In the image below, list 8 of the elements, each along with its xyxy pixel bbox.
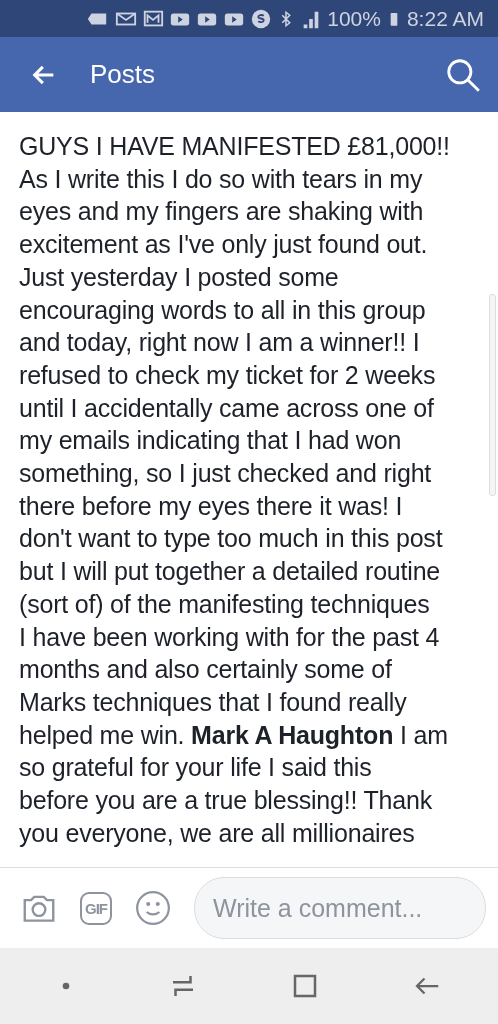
battery-percent: 100%: [327, 6, 381, 31]
smiley-icon[interactable]: [134, 889, 172, 927]
page-title: Posts: [90, 59, 157, 90]
comment-field[interactable]: Write a comment...: [194, 877, 486, 939]
post-text: GUYS I HAVE MANIFESTED £81,000!! As I write this I do so with tears in my eyes and my fingers are shaking with excitement as I've only just found out. Just yesterday I posted some encouraging words to all in this group and today, right now I am a winner!! I refused to check my ticket for 2 weeks until I accidentally came across one of my emails indicating that I had won something, so I just checked and right there before my eyes there it was! I don't want to type too much in this post but I will put together a detailed routine (sort of) of the manifesting techniques I have been working with for the past 4 months and also certainly some of Marks techniques that I found really helped me win. Mark A Haughton I am so grateful for your life I said this before you are a true blessing!! Thank you everyone, we are all millionaires: [19, 131, 451, 849]
clock: 8:22 AM: [406, 6, 484, 31]
circle-s-icon: [250, 7, 273, 30]
gif-button[interactable]: GIF: [80, 891, 112, 925]
